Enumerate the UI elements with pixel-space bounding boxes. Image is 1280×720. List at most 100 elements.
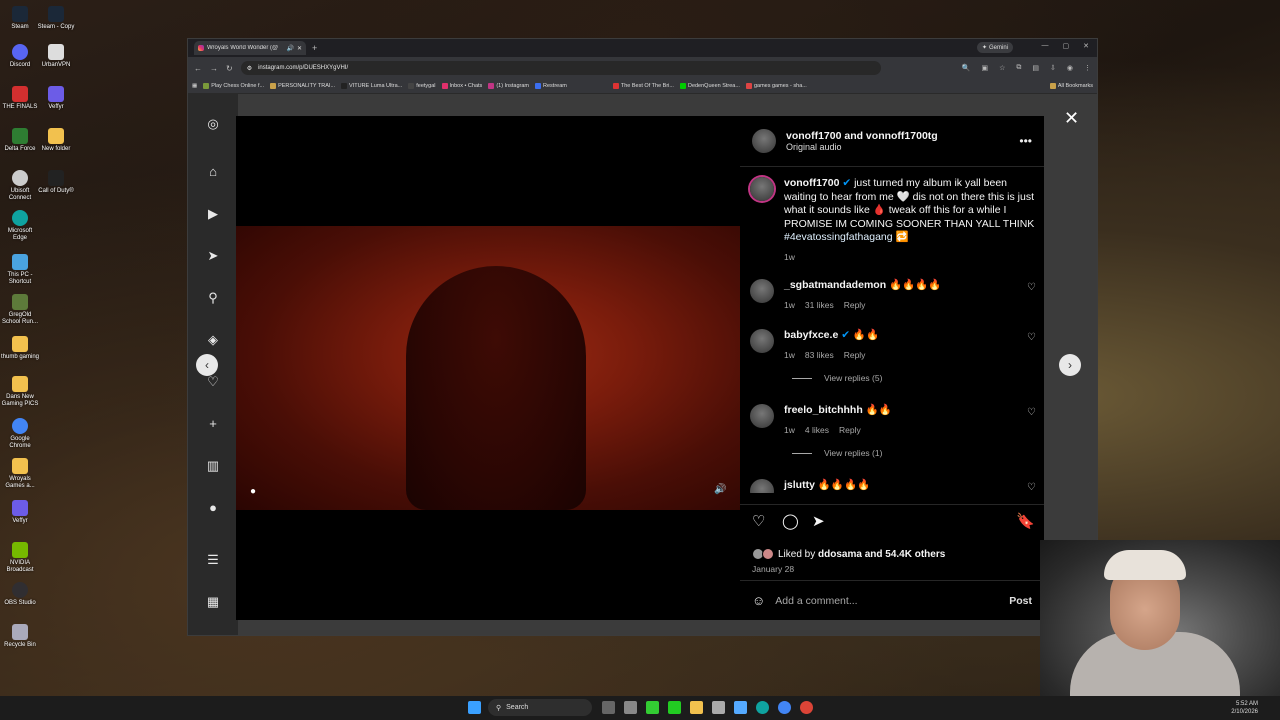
hashtag-link[interactable]: #4evatossingfathagang (784, 231, 893, 243)
bookmark-item[interactable]: Inbox • Chats (441, 83, 482, 89)
desktop-icon-thumb-gaming[interactable]: thumb gaming (0, 336, 40, 361)
mute-icon[interactable]: 🔊 (714, 484, 726, 495)
avatar[interactable] (750, 177, 774, 201)
cast-icon[interactable]: ▣ (981, 64, 988, 72)
bookmark-item[interactable]: The Best Of The Bri... (612, 83, 674, 89)
chrome-icon[interactable] (778, 701, 791, 714)
tab-close-icon[interactable]: ✕ (297, 45, 302, 52)
comment-username[interactable]: babyfxce.e (784, 329, 838, 341)
app-icon[interactable] (712, 701, 725, 714)
back-icon[interactable]: ← (194, 64, 202, 73)
save-icon[interactable]: 🔖 (1016, 512, 1035, 530)
reload-icon[interactable]: ↻ (226, 64, 233, 73)
downloads-icon[interactable]: ⇩ (1050, 64, 1056, 72)
post-comment-button[interactable]: Post (1009, 595, 1032, 607)
desktop-icon-steam[interactable]: Steam (0, 6, 40, 31)
bookmark-item[interactable]: VITURE Luma Ultra... (341, 83, 402, 89)
comment-input[interactable]: Add a comment... (775, 595, 999, 607)
avatar[interactable] (752, 129, 776, 153)
more-options-icon[interactable]: ••• (1019, 134, 1032, 148)
desktop-icon-dans-new-gaming-pics[interactable]: Dans New Gaming PICS (0, 376, 40, 408)
desktop-icon-wroyals-games[interactable]: Wroyals Games a... (0, 458, 40, 490)
system-clock[interactable]: 5:52 AM 2/10/2026 (1231, 700, 1258, 716)
comment-likes[interactable]: 4 likes (805, 424, 829, 438)
desktop-icon-delta-force[interactable]: Delta Force (0, 128, 40, 153)
browser-tab-active[interactable]: Wroyals World Wonder (@ 🔊 ✕ (194, 41, 306, 55)
like-icon[interactable]: ♡ (752, 512, 765, 530)
likes-count[interactable]: and 54.4K others (862, 549, 946, 560)
tagged-user-icon[interactable]: ● (250, 486, 256, 497)
desktop-icon-the-finals[interactable]: THE FINALS (0, 86, 40, 111)
desktop-icon-veffyr-2[interactable]: Veffyr (0, 500, 40, 525)
all-bookmarks[interactable]: All Bookmarks (1049, 83, 1093, 89)
gemini-button[interactable]: ✦ Gemini (976, 42, 1013, 53)
desktop-icon-obs-studio[interactable]: OBS Studio (0, 582, 40, 607)
desktop-icon-discord[interactable]: Discord (0, 44, 40, 69)
desktop-icon-gregold[interactable]: GregOld School Run... (0, 294, 40, 326)
desktop-icon-veffyr[interactable]: Veffyr (36, 86, 76, 111)
more-menu-icon[interactable]: ☰ (205, 552, 221, 568)
messages-icon[interactable]: ➤ (205, 248, 221, 264)
desktop-icon-nvidia-broadcast[interactable]: NVIDIA Broadcast (0, 542, 40, 574)
bookmark-item[interactable]: games games - sha... (745, 83, 807, 89)
bookmark-item[interactable]: (1) Instagram (488, 83, 529, 89)
bookmark-item[interactable]: DedenQueen Strea... (679, 83, 740, 89)
avatar[interactable] (750, 404, 774, 428)
audio-label[interactable]: Original audio (786, 142, 938, 152)
reply-button[interactable]: Reply (844, 349, 866, 363)
comment-username[interactable]: _sgbatmandademon (784, 279, 886, 291)
comment-icon[interactable]: ◯ (782, 512, 799, 530)
chrome-profile-icon[interactable] (800, 701, 813, 714)
avatar[interactable] (750, 329, 774, 353)
comment-likes[interactable]: 83 likes (805, 349, 834, 363)
bookmarks-apps-icon[interactable]: ▦ (192, 83, 197, 89)
profile-icon[interactable]: ◉ (1067, 64, 1073, 72)
dashboard-icon[interactable]: ▥ (205, 458, 221, 474)
instagram-logo-icon[interactable]: ◎ (205, 116, 221, 132)
reply-button[interactable]: Reply (839, 424, 861, 438)
comment-username[interactable]: jslutty (784, 479, 815, 491)
desktop-icon-recycle-bin[interactable]: Recycle Bin (0, 624, 40, 649)
desktop-icon-urbanvpn[interactable]: UrbanVPN (36, 44, 76, 69)
minimize-icon[interactable]: — (1042, 42, 1049, 50)
home-icon[interactable]: ⌂ (205, 164, 221, 180)
share-icon[interactable]: ➤ (812, 512, 825, 530)
avatar[interactable] (750, 479, 774, 493)
bookmark-item[interactable]: Restream (535, 83, 567, 89)
avatar[interactable] (750, 279, 774, 303)
app-icon[interactable] (734, 701, 747, 714)
close-window-icon[interactable]: ✕ (1083, 42, 1089, 50)
also-from-meta-icon[interactable]: ▦ (205, 594, 221, 610)
previous-post-icon[interactable]: ‹ (196, 354, 218, 376)
forward-icon[interactable]: → (210, 64, 218, 73)
emoji-icon[interactable]: ☺ (752, 593, 765, 608)
taskbar-search[interactable]: ⚲ Search (488, 699, 592, 716)
desktop-icon-google-chrome[interactable]: Google Chrome (0, 418, 40, 450)
like-comment-icon[interactable]: ♡ (1027, 482, 1036, 493)
desktop-icon-this-pc[interactable]: This PC - Shortcut (0, 254, 40, 286)
like-comment-icon[interactable]: ♡ (1027, 282, 1036, 312)
maximize-icon[interactable]: ▢ (1063, 42, 1070, 50)
search-icon[interactable]: ⚲ (205, 290, 221, 306)
close-icon[interactable]: ✕ (1064, 108, 1079, 129)
post-author[interactable]: vonoff1700 and vonnoff1700tg (786, 130, 938, 142)
view-replies-button[interactable]: View replies (5) (792, 373, 882, 383)
like-comment-icon[interactable]: ♡ (1027, 407, 1036, 437)
profile-avatar[interactable]: ● (205, 500, 221, 516)
notifications-icon[interactable]: ♡ (205, 374, 221, 390)
extensions-icon[interactable]: ⧉ (1016, 64, 1021, 72)
address-bar[interactable]: ⚙ instagram.com/p/DUESHXYgVHI/ (240, 61, 881, 75)
desktop-icon-call-of-duty[interactable]: Call of Duty® (36, 170, 76, 195)
reels-icon[interactable]: ▶ (205, 206, 221, 222)
caption-username[interactable]: vonoff1700 (784, 177, 839, 189)
menu-icon[interactable]: ⋮ (1084, 64, 1091, 72)
game-icon[interactable] (646, 701, 659, 714)
bookmark-star-icon[interactable]: ☆ (999, 64, 1005, 72)
desktop-icon-ubisoft[interactable]: Ubisoft Connect (0, 170, 40, 202)
comment-username[interactable]: freelo_bitchhhh (784, 404, 863, 416)
next-post-icon[interactable]: › (1059, 354, 1081, 376)
sidepanel-icon[interactable]: ▤ (1032, 64, 1039, 72)
bookmark-item[interactable]: PERSONALITY TRAI... (270, 83, 335, 89)
desktop-icon-new-folder[interactable]: New folder (36, 128, 76, 153)
comment-likes[interactable]: 31 likes (805, 299, 834, 313)
